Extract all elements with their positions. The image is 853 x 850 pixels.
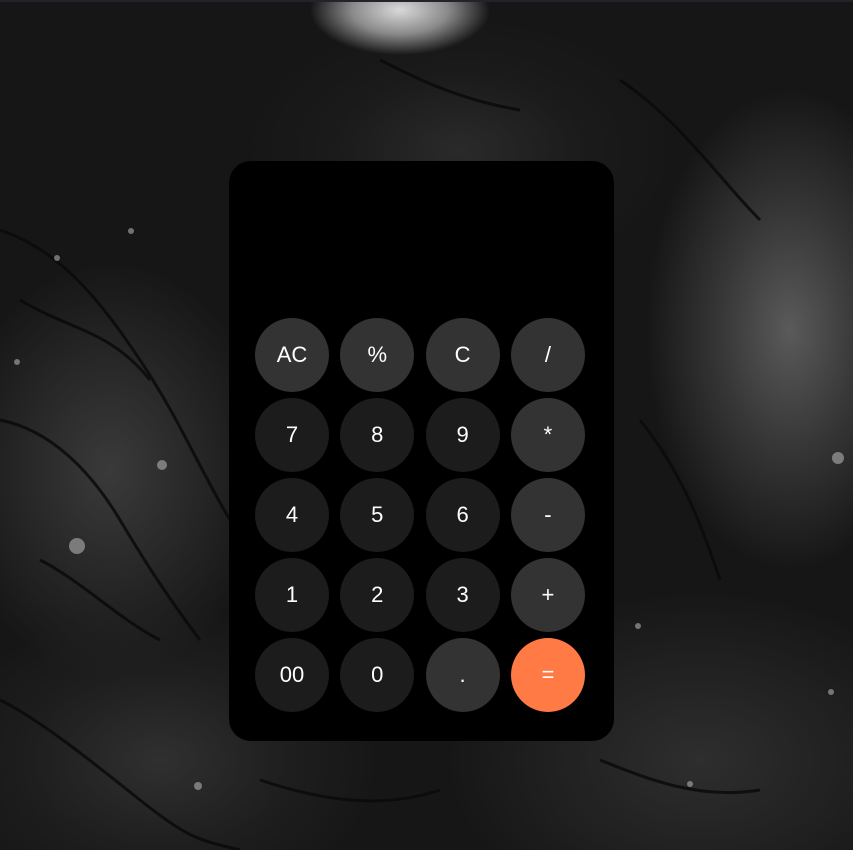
digit-1-button[interactable]: 1 bbox=[255, 558, 329, 632]
keypad: AC% C/ 7 8 9 * 4 5 6- 1 2 3 +00 0. = bbox=[255, 318, 587, 712]
double-zero-button[interactable]: 00 bbox=[255, 638, 329, 712]
clear-button[interactable]: C bbox=[425, 318, 500, 392]
all-clear-button[interactable]: AC bbox=[255, 318, 329, 392]
calculator: AC% C/ 7 8 9 * 4 5 6- 1 2 3 +00 0. = bbox=[229, 161, 614, 741]
digit-2-button[interactable]: 2 bbox=[340, 558, 415, 632]
multiply-button[interactable]: * bbox=[510, 398, 585, 472]
calculator-display bbox=[255, 181, 588, 301]
digit-4-button[interactable]: 4 bbox=[255, 478, 329, 552]
digit-6-button[interactable]: 6 bbox=[425, 478, 500, 552]
digit-0-button[interactable]: 0 bbox=[340, 638, 415, 712]
digit-5-button[interactable]: 5 bbox=[340, 478, 415, 552]
decimal-point-button[interactable]: . bbox=[425, 638, 500, 712]
equals-button[interactable]: = bbox=[510, 638, 585, 712]
percent-button[interactable]: % bbox=[340, 318, 415, 392]
add-button[interactable]: + bbox=[510, 558, 585, 632]
subtract-button[interactable]: - bbox=[510, 478, 585, 552]
divide-button[interactable]: / bbox=[510, 318, 585, 392]
digit-7-button[interactable]: 7 bbox=[255, 398, 329, 472]
digit-8-button[interactable]: 8 bbox=[340, 398, 415, 472]
digit-9-button[interactable]: 9 bbox=[425, 398, 500, 472]
digit-3-button[interactable]: 3 bbox=[425, 558, 500, 632]
